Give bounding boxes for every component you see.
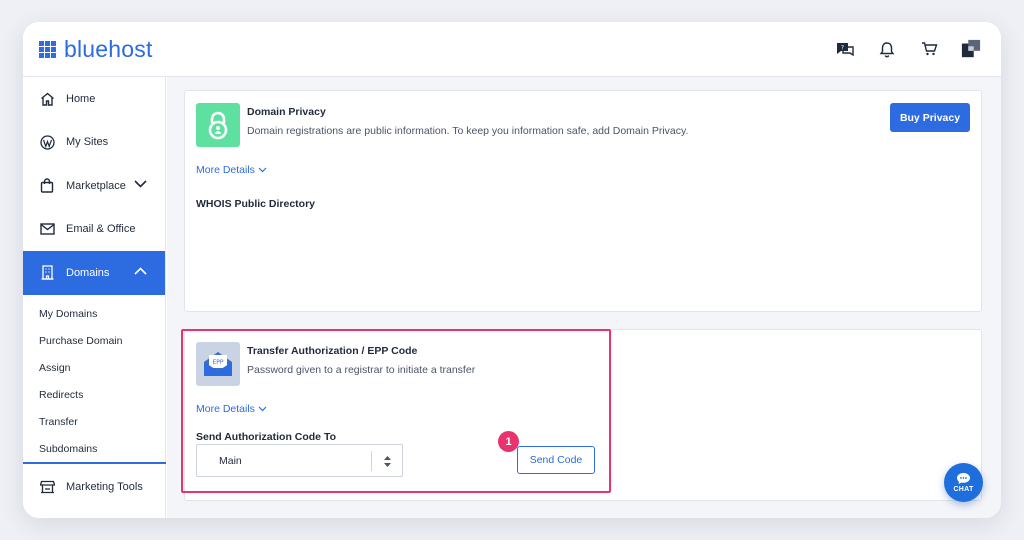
submenu-item-purchase-domain[interactable]: Purchase Domain: [23, 328, 165, 355]
chat-bubble-icon: [957, 473, 970, 484]
submenu-item-assign[interactable]: Assign: [23, 355, 165, 382]
chat-label: CHAT: [953, 486, 974, 493]
top-header: bluehost ?: [23, 22, 1001, 77]
shopping-bag-icon: [39, 178, 55, 194]
bell-icon[interactable]: [877, 39, 897, 59]
epp-code-card: EPP Transfer Authorization / EPP Code Pa…: [184, 329, 982, 501]
card-description: Password given to a registrar to initiat…: [247, 364, 476, 376]
domain-privacy-card: Domain Privacy Domain registrations are …: [184, 90, 982, 312]
chevron-up-icon[interactable]: [134, 266, 147, 278]
sidebar: Home My Sites Marketplace Email & Office: [23, 77, 166, 518]
sidebar-item-domains[interactable]: Domains: [23, 251, 165, 295]
domains-submenu: My Domains Purchase Domain Assign Redire…: [23, 295, 165, 463]
account-icon[interactable]: [961, 39, 981, 59]
chat-button[interactable]: CHAT: [944, 463, 983, 502]
chevron-down-icon[interactable]: [134, 179, 147, 191]
sidebar-item-label: Domains: [66, 266, 110, 279]
svg-text:?: ?: [841, 44, 844, 51]
more-details-link[interactable]: More Details: [196, 403, 267, 415]
storefront-icon: [39, 479, 55, 495]
sidebar-item-marketplace[interactable]: Marketplace: [23, 164, 165, 208]
submenu-item-transfer[interactable]: Transfer: [23, 409, 165, 436]
more-details-link[interactable]: More Details: [196, 164, 267, 176]
submenu-item-subdomains[interactable]: Subdomains: [23, 436, 165, 463]
more-details-label: More Details: [196, 164, 255, 176]
main-content: Domain Privacy Domain registrations are …: [167, 77, 1001, 518]
grid-logo-icon: [39, 40, 56, 58]
home-icon: [39, 91, 55, 107]
submenu-item-my-domains[interactable]: My Domains: [23, 301, 165, 328]
svg-text:EPP: EPP: [212, 359, 223, 366]
sidebar-item-label: Marketplace: [66, 179, 126, 192]
help-chat-icon[interactable]: ?: [835, 39, 855, 59]
brand-name: bluehost: [64, 35, 153, 62]
sidebar-item-label: Email & Office: [66, 223, 136, 236]
envelope-icon: [39, 221, 55, 237]
more-details-label: More Details: [196, 403, 255, 415]
sidebar-item-label: My Sites: [66, 136, 109, 149]
cart-icon[interactable]: [919, 39, 939, 59]
select-arrows-icon: [371, 451, 402, 471]
sidebar-item-email-office[interactable]: Email & Office: [23, 208, 165, 252]
sidebar-divider: [23, 462, 166, 464]
select-value: Main: [219, 454, 242, 467]
whois-heading: WHOIS Public Directory: [196, 198, 316, 210]
lock-icon: [196, 103, 240, 147]
sidebar-item-label: Marketing Tools: [66, 480, 143, 493]
brand-logo[interactable]: bluehost: [39, 36, 153, 63]
card-description: Domain registrations are public informat…: [247, 125, 689, 137]
card-title: Transfer Authorization / EPP Code: [247, 345, 418, 357]
sidebar-item-label: Home: [66, 92, 96, 105]
send-to-select[interactable]: Main: [196, 444, 403, 477]
send-to-label: Send Authorization Code To: [196, 431, 336, 443]
sidebar-item-my-sites[interactable]: My Sites: [23, 121, 165, 165]
building-icon: [39, 265, 55, 281]
epp-envelope-icon: EPP: [196, 342, 240, 386]
step-badge: 1: [498, 431, 519, 452]
send-code-button[interactable]: Send Code: [517, 446, 595, 474]
submenu-item-redirects[interactable]: Redirects: [23, 382, 165, 409]
chevron-down-icon: [258, 406, 267, 412]
card-title: Domain Privacy: [247, 106, 326, 118]
wordpress-icon: [39, 134, 55, 150]
sidebar-item-home[interactable]: Home: [23, 77, 165, 121]
sidebar-item-marketing-tools[interactable]: Marketing Tools: [23, 465, 166, 509]
chevron-down-icon: [258, 167, 267, 173]
buy-privacy-button[interactable]: Buy Privacy: [890, 103, 970, 132]
